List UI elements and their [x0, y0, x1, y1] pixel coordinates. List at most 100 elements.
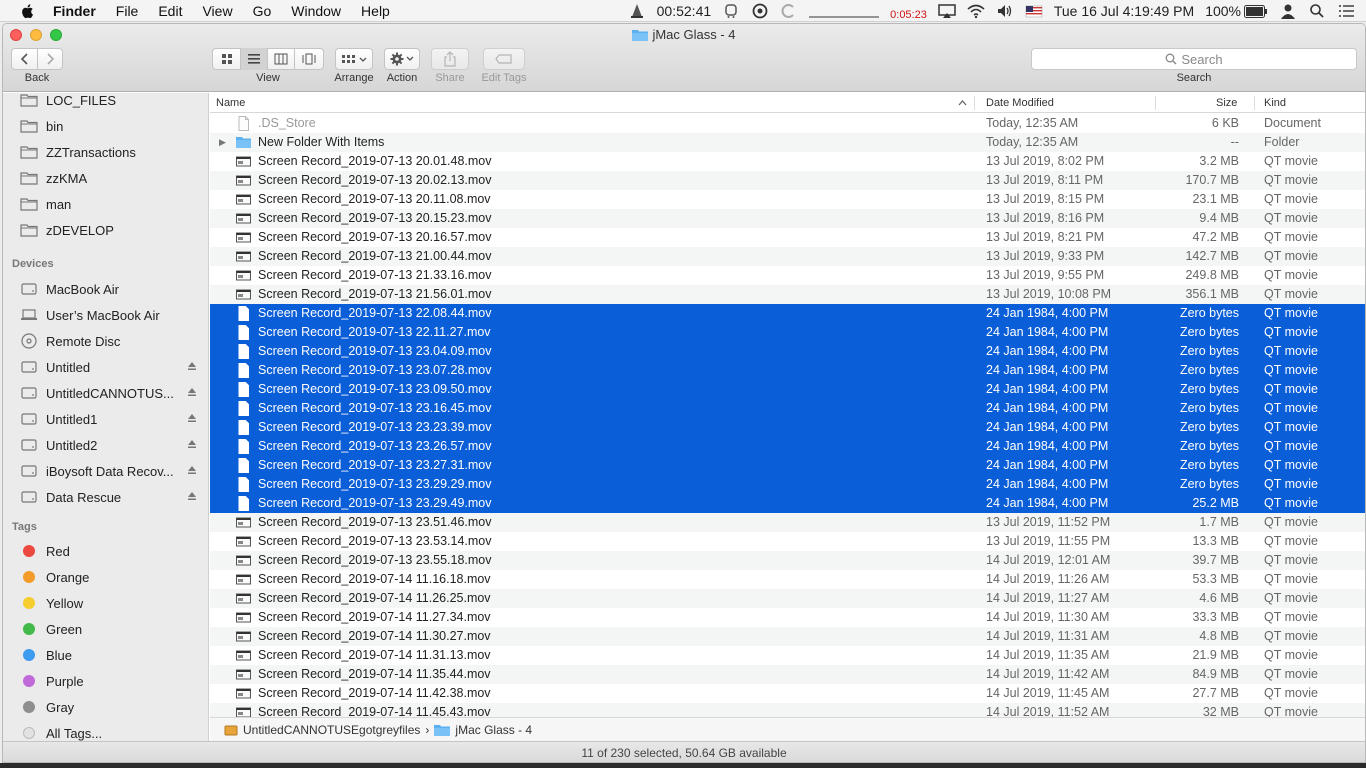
- sidebar-item-tag[interactable]: Blue: [3, 643, 208, 667]
- menu-window[interactable]: Window: [281, 3, 351, 19]
- sidebar-item-device[interactable]: User’s MacBook Air: [3, 303, 208, 327]
- sidebar-item-device[interactable]: Untitled: [3, 355, 208, 379]
- sidebar-item-device[interactable]: UntitledCANNOTUS...: [3, 381, 208, 405]
- file-row[interactable]: Screen Record_2019-07-13 23.26.57.mov 24 …: [210, 437, 1365, 456]
- target-icon[interactable]: [751, 3, 769, 19]
- sidebar-item-tag[interactable]: Orange: [3, 565, 208, 589]
- file-row[interactable]: Screen Record_2019-07-13 23.51.46.mov 13 …: [210, 513, 1365, 532]
- notification-center-icon[interactable]: [1337, 3, 1355, 19]
- battery-status[interactable]: 100%: [1205, 3, 1268, 19]
- sidebar-item-device[interactable]: Remote Disc: [3, 329, 208, 353]
- path-volume[interactable]: UntitledCANNOTUSEgotgreyfiles: [243, 723, 420, 737]
- file-row[interactable]: Screen Record_2019-07-13 20.01.48.mov 13 …: [210, 152, 1365, 171]
- sidebar-item-device[interactable]: Untitled1: [3, 407, 208, 431]
- file-row[interactable]: Screen Record_2019-07-13 23.53.14.mov 13 …: [210, 532, 1365, 551]
- disclosure-triangle-icon[interactable]: ▶: [219, 137, 226, 148]
- sidebar-item-favorite[interactable]: bin: [3, 114, 208, 138]
- file-row[interactable]: Screen Record_2019-07-14 11.27.34.mov 14 …: [210, 608, 1365, 627]
- column-view-button[interactable]: [268, 48, 295, 70]
- spotlight-icon[interactable]: [1308, 3, 1326, 19]
- arrange-button[interactable]: [335, 48, 373, 70]
- timer-display[interactable]: 00:52:41: [657, 3, 712, 19]
- file-row[interactable]: Screen Record_2019-07-13 20.11.08.mov 13 …: [210, 190, 1365, 209]
- sidebar-item-favorite[interactable]: LOC_FILES: [3, 93, 208, 112]
- file-row[interactable]: Screen Record_2019-07-14 11.31.13.mov 14 …: [210, 646, 1365, 665]
- file-list[interactable]: Name Date Modified Size Kind .DS_Store To…: [210, 93, 1365, 717]
- file-row[interactable]: Screen Record_2019-07-13 23.23.39.mov 24 …: [210, 418, 1365, 437]
- sidebar-item-tag[interactable]: Gray: [3, 695, 208, 719]
- menu-edit[interactable]: Edit: [148, 3, 192, 19]
- us-flag-icon[interactable]: [1025, 3, 1043, 19]
- sidebar-item-device[interactable]: MacBook Air: [3, 277, 208, 301]
- eject-icon[interactable]: [187, 413, 197, 426]
- menu-file[interactable]: File: [106, 3, 149, 19]
- file-row[interactable]: Screen Record_2019-07-14 11.30.27.mov 14 …: [210, 627, 1365, 646]
- edit-tags-button[interactable]: [483, 48, 525, 70]
- menu-help[interactable]: Help: [351, 3, 400, 19]
- sidebar-item-device[interactable]: Untitled2: [3, 433, 208, 457]
- file-row[interactable]: Screen Record_2019-07-14 11.16.18.mov 14 …: [210, 570, 1365, 589]
- sidebar-item-favorite[interactable]: ZZTransactions: [3, 140, 208, 164]
- menu-finder[interactable]: Finder: [53, 3, 106, 19]
- file-row[interactable]: Screen Record_2019-07-13 21.56.01.mov 13 …: [210, 285, 1365, 304]
- wifi-icon[interactable]: [967, 3, 985, 19]
- file-row[interactable]: Screen Record_2019-07-13 23.29.29.mov 24 …: [210, 475, 1365, 494]
- column-size[interactable]: Size: [1216, 97, 1237, 109]
- forward-button[interactable]: [38, 48, 62, 70]
- list-view-button[interactable]: [241, 48, 268, 70]
- file-row[interactable]: Screen Record_2019-07-13 23.29.49.mov 24 …: [210, 494, 1365, 513]
- file-row[interactable]: Screen Record_2019-07-14 11.45.43.mov 14 …: [210, 703, 1365, 717]
- file-row[interactable]: Screen Record_2019-07-13 23.07.28.mov 24 …: [210, 361, 1365, 380]
- column-divider[interactable]: [974, 96, 975, 110]
- menu-view[interactable]: View: [192, 3, 242, 19]
- eject-icon[interactable]: [187, 491, 197, 504]
- file-row[interactable]: Screen Record_2019-07-13 23.27.31.mov 24 …: [210, 456, 1365, 475]
- eject-icon[interactable]: [187, 465, 197, 478]
- sidebar-item-tag[interactable]: Purple: [3, 669, 208, 693]
- eject-icon[interactable]: [187, 387, 197, 400]
- file-row[interactable]: Screen Record_2019-07-13 21.33.16.mov 13 …: [210, 266, 1365, 285]
- action-button[interactable]: [384, 48, 420, 70]
- menu-go[interactable]: Go: [243, 3, 282, 19]
- file-row[interactable]: Screen Record_2019-07-13 23.09.50.mov 24 …: [210, 380, 1365, 399]
- sidebar-item-device[interactable]: Data Rescue: [3, 485, 208, 509]
- apple-menu-icon[interactable]: [19, 2, 37, 20]
- file-row[interactable]: Screen Record_2019-07-13 23.16.45.mov 24 …: [210, 399, 1365, 418]
- search-field[interactable]: Search: [1031, 48, 1357, 70]
- file-row[interactable]: .DS_Store Today, 12:35 AM 6 KB Document: [210, 114, 1365, 133]
- icon-view-button[interactable]: [214, 48, 241, 70]
- column-date-modified[interactable]: Date Modified: [986, 97, 1054, 109]
- file-row[interactable]: Screen Record_2019-07-13 23.04.09.mov 24 …: [210, 342, 1365, 361]
- sidebar-item-favorite[interactable]: zzKMA: [3, 166, 208, 190]
- vlc-cone-icon[interactable]: [628, 3, 646, 19]
- train-icon[interactable]: [722, 3, 740, 19]
- file-row[interactable]: Screen Record_2019-07-13 23.55.18.mov 14 …: [210, 551, 1365, 570]
- eject-icon[interactable]: [187, 439, 197, 452]
- sidebar-item-tag[interactable]: Yellow: [3, 591, 208, 615]
- airplay-icon[interactable]: [938, 3, 956, 19]
- file-row[interactable]: Screen Record_2019-07-13 20.02.13.mov 13 …: [210, 171, 1365, 190]
- file-row[interactable]: Screen Record_2019-07-14 11.26.25.mov 14 …: [210, 589, 1365, 608]
- file-row[interactable]: Screen Record_2019-07-13 20.15.23.mov 13 …: [210, 209, 1365, 228]
- column-divider[interactable]: [1254, 96, 1255, 110]
- volume-icon[interactable]: [996, 3, 1014, 19]
- folder-row[interactable]: ▶ New Folder With Items Today, 12:35 AM -- F…: [210, 133, 1365, 152]
- column-divider[interactable]: [1155, 96, 1156, 110]
- sidebar-item-device[interactable]: iBoysoft Data Recov...: [3, 459, 208, 483]
- eject-icon[interactable]: [187, 361, 197, 374]
- sidebar-item-favorite[interactable]: zDEVELOP: [3, 218, 208, 242]
- sidebar-item-favorite[interactable]: man: [3, 192, 208, 216]
- path-folder[interactable]: jMac Glass - 4: [455, 723, 532, 737]
- cover-flow-button[interactable]: [295, 48, 322, 70]
- file-row[interactable]: Screen Record_2019-07-13 20.16.57.mov 13 …: [210, 228, 1365, 247]
- sidebar-item-tag[interactable]: Red: [3, 539, 208, 563]
- red-timer[interactable]: 0:05:23: [890, 9, 927, 21]
- sort-ascending-icon[interactable]: [958, 99, 967, 107]
- refresh-c-icon[interactable]: [780, 3, 798, 19]
- column-name[interactable]: Name: [216, 97, 245, 109]
- file-row[interactable]: Screen Record_2019-07-13 22.08.44.mov 24 …: [210, 304, 1365, 323]
- share-button[interactable]: [431, 48, 469, 70]
- clock[interactable]: Tue 16 Jul 4:19:49 PM: [1054, 3, 1194, 19]
- file-row[interactable]: Screen Record_2019-07-14 11.42.38.mov 14 …: [210, 684, 1365, 703]
- sidebar-item-tag[interactable]: Green: [3, 617, 208, 641]
